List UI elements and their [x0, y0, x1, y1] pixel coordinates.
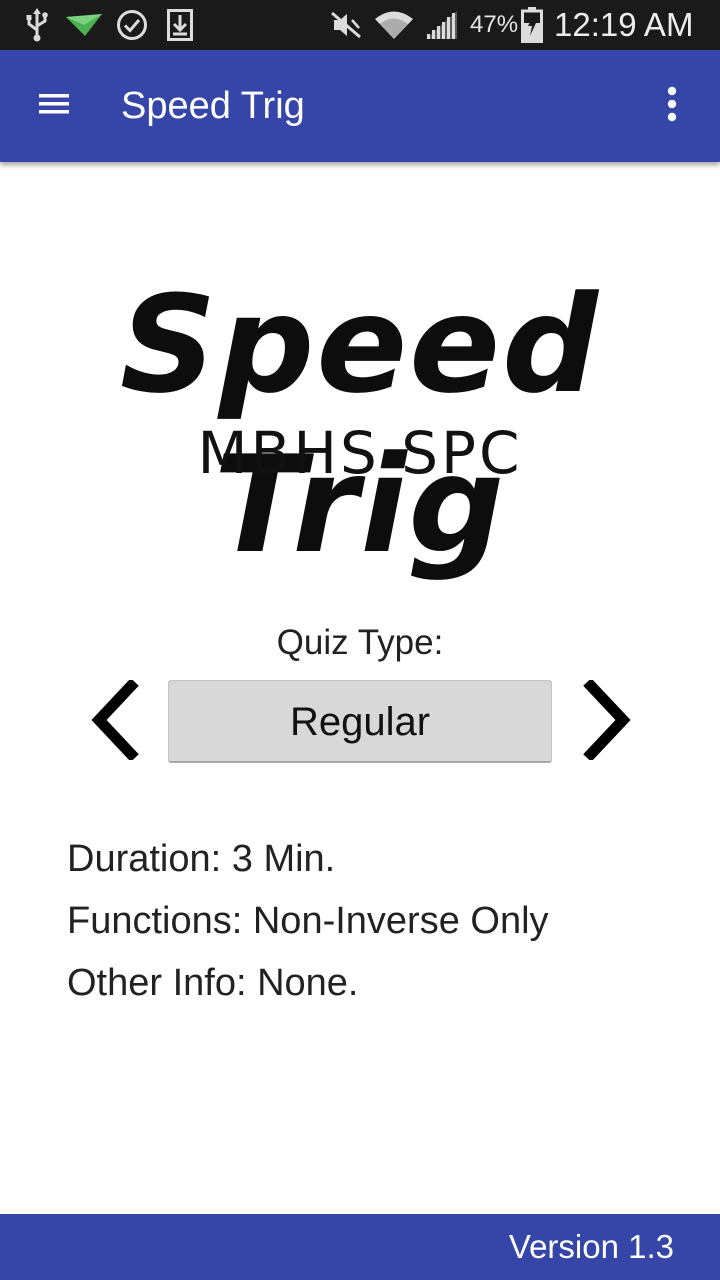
quiz-type-button[interactable]: Regular — [168, 680, 552, 763]
usb-icon — [20, 0, 54, 50]
next-quiz-type-button[interactable] — [570, 676, 648, 768]
notification-flag-icon — [64, 0, 104, 50]
more-vert-icon — [666, 86, 678, 127]
check-circle-icon — [114, 0, 150, 50]
download-icon — [164, 0, 196, 50]
chevron-right-icon — [583, 677, 635, 765]
previous-quiz-type-button[interactable] — [74, 676, 152, 768]
app-bar: Speed Trig — [0, 50, 720, 162]
quiz-details: Duration: 3 Min. Functions: Non-Inverse … — [67, 828, 687, 1014]
battery-percent: 47% — [470, 11, 519, 38]
battery-icon — [519, 0, 545, 50]
duration-text: Duration: 3 Min. — [67, 838, 336, 880]
version-text: Version 1.3 — [508, 1228, 674, 1265]
menu-button[interactable] — [24, 80, 84, 132]
logo-subtitle: MBHS SPC — [197, 419, 523, 487]
functions-text: Functions: Non-Inverse Only — [67, 900, 549, 942]
footer-bar: Version 1.3 — [0, 1214, 720, 1280]
chevron-left-icon — [87, 677, 139, 765]
overflow-menu-button[interactable] — [648, 78, 696, 134]
hamburger-menu-icon — [38, 92, 70, 121]
app-title: Speed Trig — [121, 85, 305, 127]
quiz-type-label: Quiz Type: — [276, 623, 444, 662]
signal-icon — [422, 0, 460, 50]
mute-icon — [328, 0, 364, 50]
status-time: 12:19 AM — [554, 6, 694, 43]
other-info-text: Other Info: None. — [67, 962, 359, 1004]
wifi-icon — [372, 0, 416, 50]
status-bar: 47% 12:19 AM — [0, 0, 720, 50]
